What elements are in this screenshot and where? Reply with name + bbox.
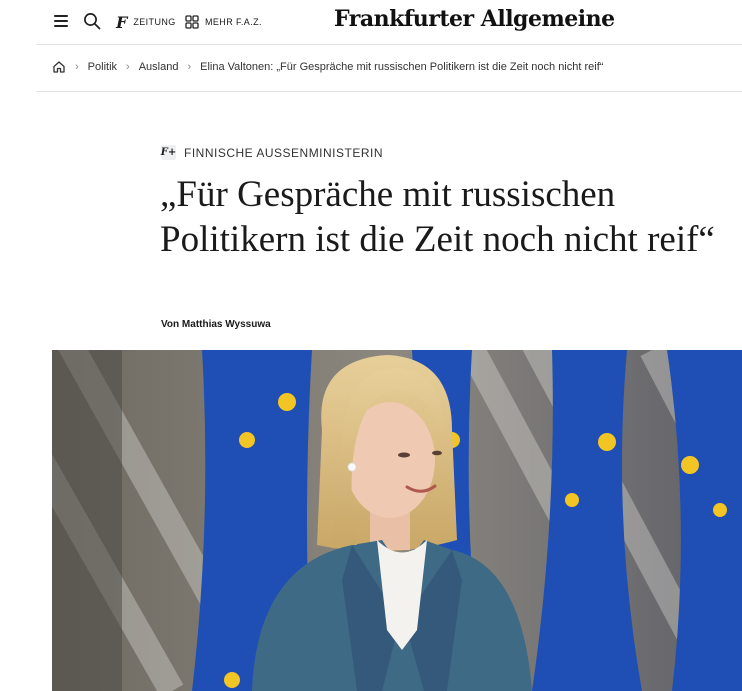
faz-f-icon: F <box>116 12 128 32</box>
zeitung-link[interactable]: F ZEITUNG <box>116 12 176 32</box>
breadcrumb: › Politik › Ausland › Elina Valtonen: „F… <box>52 58 603 76</box>
author-byline[interactable]: Von Matthias Wyssuwa <box>161 319 271 330</box>
chevron-right-icon: › <box>187 61 192 73</box>
chevron-right-icon: › <box>126 61 130 73</box>
breadcrumb-divider <box>36 91 742 92</box>
header-divider <box>36 44 742 45</box>
breadcrumb-item-current-article[interactable]: Elina Valtonen: „Für Gespräche mit russi… <box>200 61 603 73</box>
breadcrumb-item-politik[interactable]: Politik <box>88 61 117 73</box>
hamburger-menu-icon[interactable] <box>54 15 68 27</box>
mehr-faz-label: MEHR F.A.Z. <box>205 17 262 27</box>
chevron-right-icon: › <box>75 61 79 73</box>
top-navigation-bar: F ZEITUNG MEHR F.A.Z. Frankfurter Allgem… <box>0 0 742 44</box>
breadcrumb-item-ausland[interactable]: Ausland <box>139 61 179 73</box>
zeitung-label: ZEITUNG <box>133 17 176 27</box>
search-icon[interactable] <box>83 12 101 30</box>
article-hero-image[interactable] <box>52 350 742 691</box>
kicker-text: FINNISCHE AUSSENMINISTERIN <box>184 145 384 160</box>
home-icon[interactable] <box>52 60 66 74</box>
hero-photo-illustration <box>52 350 742 691</box>
article-headline: „Für Gespräche mit russischen Politikern… <box>160 174 715 260</box>
faz-plus-badge: F+ <box>160 145 177 160</box>
faz-logo[interactable]: Frankfurter Allgemeine <box>334 6 615 32</box>
article-kicker: F+ FINNISCHE AUSSENMINISTERIN <box>161 145 383 160</box>
mehr-faz-link[interactable]: MEHR F.A.Z. <box>185 12 262 32</box>
grid-icon <box>185 15 199 29</box>
